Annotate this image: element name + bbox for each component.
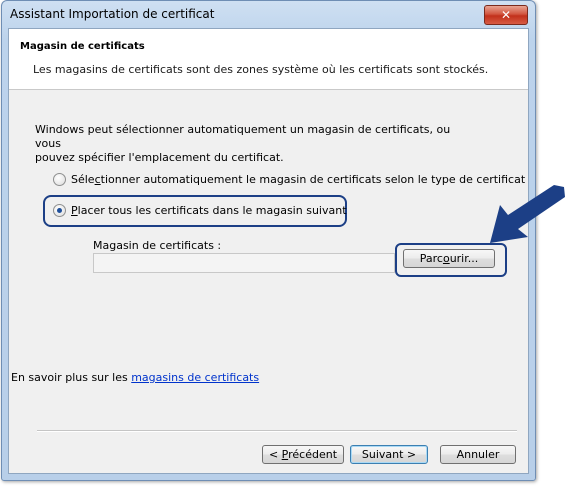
learn-more-line: En savoir plus sur les magasins de certi… (11, 371, 259, 384)
browse-button[interactable]: Parcourir... (403, 249, 495, 268)
store-field-label: Magasin de certificats : (93, 239, 222, 252)
cancel-button-label: Annuler (456, 448, 500, 461)
page-title: Magasin de certificats (20, 41, 145, 52)
page-description: Les magasins de certificats sont des zon… (33, 63, 489, 76)
radio-manual-store[interactable]: Placer tous les certificats dans le maga… (53, 204, 347, 217)
title-bar[interactable]: Assistant Importation de certificat ✕ (2, 1, 535, 29)
wizard-page: Magasin de certificats Les magasins de c… (8, 28, 529, 474)
back-button-label: < Précédent (268, 448, 338, 461)
next-button-label: Suivant > (361, 448, 417, 461)
intro-line-1: Windows peut sélectionner automatiquemen… (35, 123, 451, 150)
radio-auto-select[interactable]: Sélectionner automatiquement le magasin … (53, 173, 525, 186)
intro-text: Windows peut sélectionner automatiquemen… (35, 123, 475, 165)
intro-line-2: pouvez spécifier l'emplacement du certif… (35, 151, 284, 164)
footer-separator (37, 430, 517, 432)
certificate-import-wizard-window: Assistant Importation de certificat ✕ Ma… (1, 0, 536, 481)
window-title: Assistant Importation de certificat (10, 7, 215, 21)
browse-button-label: Parcourir... (419, 252, 479, 265)
back-button[interactable]: < Précédent (262, 445, 344, 464)
radio-auto-select-circle[interactable] (53, 173, 66, 186)
close-icon: ✕ (500, 8, 512, 22)
learn-more-prefix: En savoir plus sur les (11, 371, 132, 384)
radio-manual-store-label: Placer tous les certificats dans le maga… (71, 204, 347, 217)
radio-auto-select-label: Sélectionner automatiquement le magasin … (71, 173, 526, 186)
next-button[interactable]: Suivant > (350, 445, 428, 464)
wizard-header: Magasin de certificats Les magasins de c… (9, 29, 528, 90)
cancel-button[interactable]: Annuler (440, 445, 516, 464)
learn-more-link[interactable]: magasins de certificats (131, 371, 259, 384)
radio-manual-store-circle[interactable] (53, 204, 66, 217)
close-button[interactable]: ✕ (484, 5, 528, 25)
store-input[interactable] (93, 253, 395, 273)
callout-arrow-icon (490, 185, 565, 243)
